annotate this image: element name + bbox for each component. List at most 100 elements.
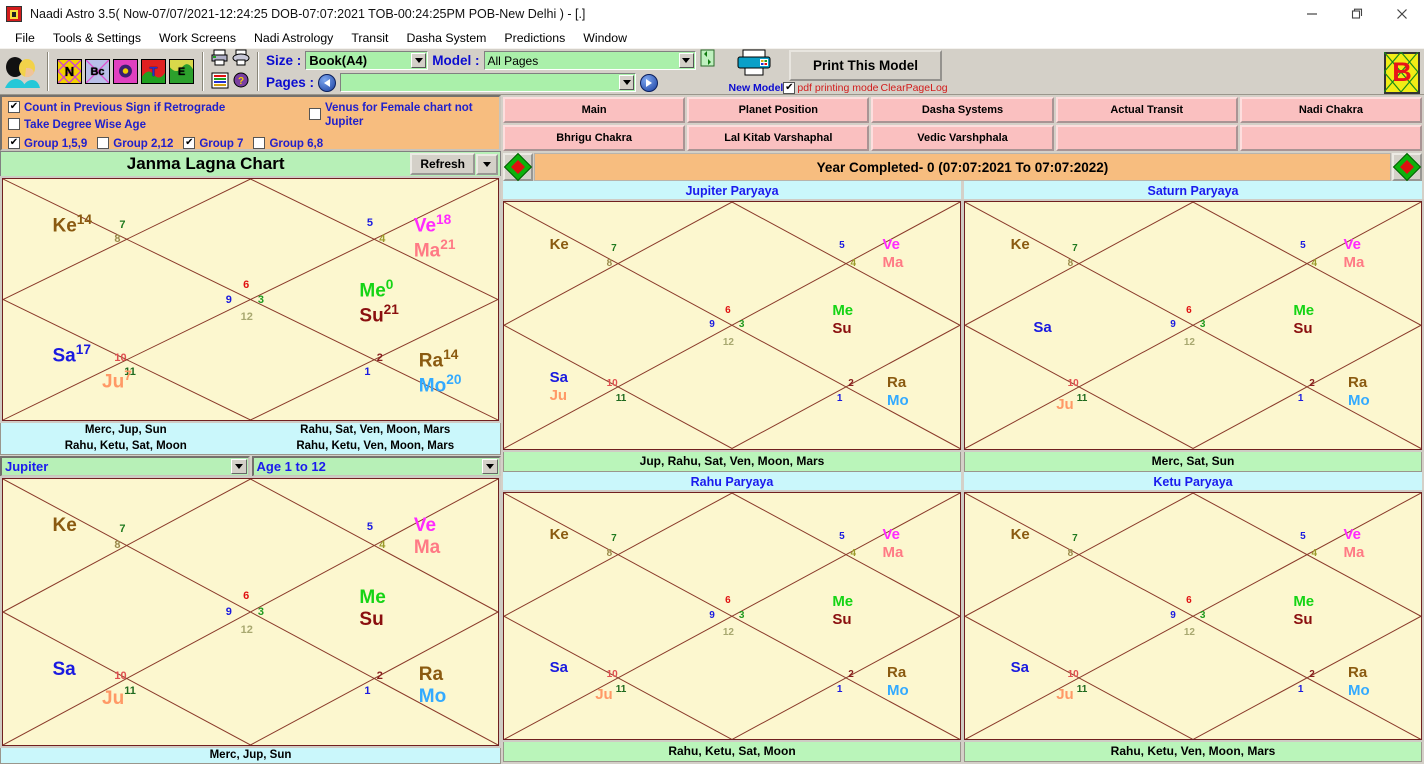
- planet-ma: Ma: [1343, 544, 1365, 561]
- minimize-icon[interactable]: [1289, 0, 1334, 28]
- nav-button-dasha-systems[interactable]: Dasha Systems: [871, 97, 1054, 123]
- planet-group-house-2: Ra14 Mo20: [419, 347, 462, 399]
- menu-item-workscreens[interactable]: Work Screens: [150, 31, 245, 45]
- group-68-row[interactable]: Group 6,8: [253, 136, 323, 151]
- house-number-11: 11: [1076, 393, 1088, 405]
- pages-prev-button[interactable]: [318, 73, 337, 92]
- planet-group-house-11: Ju: [595, 687, 613, 705]
- group-68-checkbox[interactable]: [253, 136, 266, 149]
- maximize-icon[interactable]: [1334, 0, 1379, 28]
- group-212-checkbox[interactable]: [97, 136, 110, 149]
- pages-select[interactable]: [340, 73, 637, 92]
- menu-item-nadiastrology[interactable]: Nadi Astrology: [245, 31, 342, 45]
- menu-bar: File Tools & Settings Work Screens Nadi …: [0, 28, 1424, 48]
- menu-item-window[interactable]: Window: [574, 31, 636, 45]
- icon-bc[interactable]: Bc: [85, 59, 110, 84]
- janma-lagna-chart[interactable]: 1 2 3 4 5 6 7 8 9 10 11 12 Ra14 Mo20 Me0 Su21 Ve18 Ma21 Ke…: [0, 176, 501, 423]
- chevron-down-icon[interactable]: [230, 459, 247, 474]
- icon-transit[interactable]: T: [141, 59, 166, 84]
- planet-ma: Ma: [882, 253, 904, 271]
- group-212-row[interactable]: Group 2,12: [97, 136, 173, 151]
- age-select[interactable]: Age 1 to 12: [251, 456, 501, 477]
- house-number-3: 3: [738, 609, 745, 621]
- jupiter-paryaya-chart[interactable]: 1 2 3 4 5 6 7 8 9 10 11 12 Ra Mo Me Su Ve Ma Ke Sa Ju: [501, 199, 963, 452]
- take-degree-wise-age-checkbox[interactable]: [8, 118, 20, 131]
- house-number-11: 11: [615, 393, 627, 405]
- nav-button-main[interactable]: Main: [503, 97, 686, 123]
- nav-button-empty-1[interactable]: [1055, 125, 1238, 151]
- nav-button-vedic-varshphala[interactable]: Vedic Varshphala: [871, 125, 1054, 151]
- count-prev-sign-label: Count in Previous Sign if Retrograde: [24, 102, 226, 114]
- chevron-down-icon[interactable]: [476, 153, 498, 175]
- house-number-6: 6: [725, 304, 731, 316]
- saturn-paryaya-chart[interactable]: 1 2 3 4 5 6 7 8 9 10 11 12 Ra Mo Me Su Ve Ma Ke Sa Ju: [962, 199, 1424, 452]
- refresh-button[interactable]: Refresh: [410, 153, 475, 175]
- close-icon[interactable]: [1379, 0, 1424, 28]
- planet-degree: 0: [385, 276, 394, 292]
- menu-item-transit[interactable]: Transit: [342, 31, 397, 45]
- nav-button-lal-kitab-varshaphal[interactable]: Lal Kitab Varshaphal: [687, 125, 870, 151]
- house-number-12: 12: [1183, 627, 1195, 639]
- house-number-1: 1: [1297, 683, 1304, 695]
- print-preview-icon[interactable]: [232, 49, 250, 71]
- count-prev-sign-checkbox[interactable]: ✔: [8, 101, 20, 113]
- printer-icon[interactable]: [211, 49, 229, 71]
- planet-ra: Ra: [418, 664, 444, 686]
- previous-year-button[interactable]: [503, 152, 533, 182]
- icon-ephemeris[interactable]: E: [169, 59, 194, 84]
- house-number-7: 7: [1072, 533, 1078, 545]
- new-model-label: New Model: [728, 82, 784, 94]
- group-7-checkbox[interactable]: ✔: [183, 136, 196, 149]
- group-159-checkbox[interactable]: ✔: [8, 136, 20, 149]
- new-model-group[interactable]: New Model: [728, 49, 784, 94]
- menu-item-file[interactable]: File: [6, 31, 44, 45]
- menu-item-dashasystem[interactable]: Dasha System: [397, 31, 495, 45]
- chevron-down-icon[interactable]: [411, 53, 427, 68]
- group-159-label: Group 1,5,9: [24, 137, 88, 150]
- size-select[interactable]: Book(A4): [305, 51, 429, 70]
- venus-female-checkbox[interactable]: [309, 108, 321, 120]
- print-this-model-button[interactable]: Print This Model: [788, 49, 942, 81]
- chevron-down-icon[interactable]: [678, 53, 694, 68]
- nav-button-actual-transit[interactable]: Actual Transit: [1055, 97, 1238, 123]
- help-book-icon[interactable]: ?: [232, 72, 250, 94]
- nav-button-planet-position[interactable]: Planet Position: [687, 97, 870, 123]
- next-year-button[interactable]: [1392, 152, 1422, 182]
- house-number-10: 10: [1067, 378, 1079, 390]
- rahu-paryaya-chart[interactable]: 1 2 3 4 5 6 7 8 9 10 11 12 Ra Mo Me Su Ve Ma Ke Sa Ju: [501, 489, 963, 742]
- menu-item-predictions[interactable]: Predictions: [495, 31, 574, 45]
- nav-button-bhrigu-chakra[interactable]: Bhrigu Chakra: [503, 125, 686, 151]
- paryaya-row-1: Jupiter Paryaya 1 2 3 4 5 6 7 8 9 10 11 12 Ra Mo Me Su V…: [501, 181, 1424, 472]
- refresh-models-icon[interactable]: [700, 49, 715, 72]
- planet-select[interactable]: Jupiter: [0, 456, 250, 477]
- planet-group-house-10: Sa Ju: [550, 370, 568, 406]
- clear-page-log-button[interactable]: ClearPageLog: [881, 82, 948, 94]
- brand-b-icon[interactable]: B: [1384, 51, 1420, 94]
- planet-group-house-8: Ke: [550, 527, 569, 545]
- pdf-mode-checkbox[interactable]: ✔: [783, 81, 796, 94]
- ketu-paryaya-chart[interactable]: 1 2 3 4 5 6 7 8 9 10 11 12 Ra Mo Me Su Ve Ma Ke Sa Ju: [962, 489, 1424, 742]
- count-prev-sign-row[interactable]: ✔ Count in Previous Sign if Retrograde: [8, 101, 309, 115]
- chevron-down-icon[interactable]: [482, 459, 498, 474]
- icon-nadi-label: N: [64, 64, 75, 79]
- group-7-row[interactable]: ✔ Group 7: [183, 136, 243, 151]
- planet-group-house-2: Ra Mo: [1348, 375, 1370, 411]
- planet-group-house-10: Sa: [53, 660, 76, 682]
- nav-button-empty-2[interactable]: [1239, 125, 1423, 151]
- icon-nadi[interactable]: N: [57, 59, 82, 84]
- menu-item-tools[interactable]: Tools & Settings: [44, 31, 150, 45]
- take-degree-wise-age-row[interactable]: Take Degree Wise Age: [8, 118, 309, 132]
- pages-next-button[interactable]: [640, 73, 659, 92]
- chevron-down-icon[interactable]: [619, 75, 635, 90]
- model-select[interactable]: All Pages: [483, 51, 696, 70]
- nav-button-nadi-chakra[interactable]: Nadi Chakra: [1239, 97, 1423, 123]
- icon-chakra[interactable]: [113, 59, 138, 84]
- footer-cell-3: Rahu, Ketu, Sat, Moon: [64, 440, 187, 452]
- house-number-5: 5: [839, 240, 845, 252]
- venus-female-row[interactable]: Venus for Female chart not Jupiter: [309, 101, 494, 130]
- people-icon[interactable]: [0, 49, 44, 94]
- list-icon[interactable]: [211, 72, 229, 94]
- group-159-row[interactable]: ✔ Group 1,5,9: [8, 136, 88, 151]
- planet-sa: Sa: [549, 659, 568, 677]
- age-range-chart[interactable]: 1 2 3 4 5 6 7 8 9 10 11 12 Ra Mo Me Su Ve Ma Ke Sa Ju: [0, 476, 501, 748]
